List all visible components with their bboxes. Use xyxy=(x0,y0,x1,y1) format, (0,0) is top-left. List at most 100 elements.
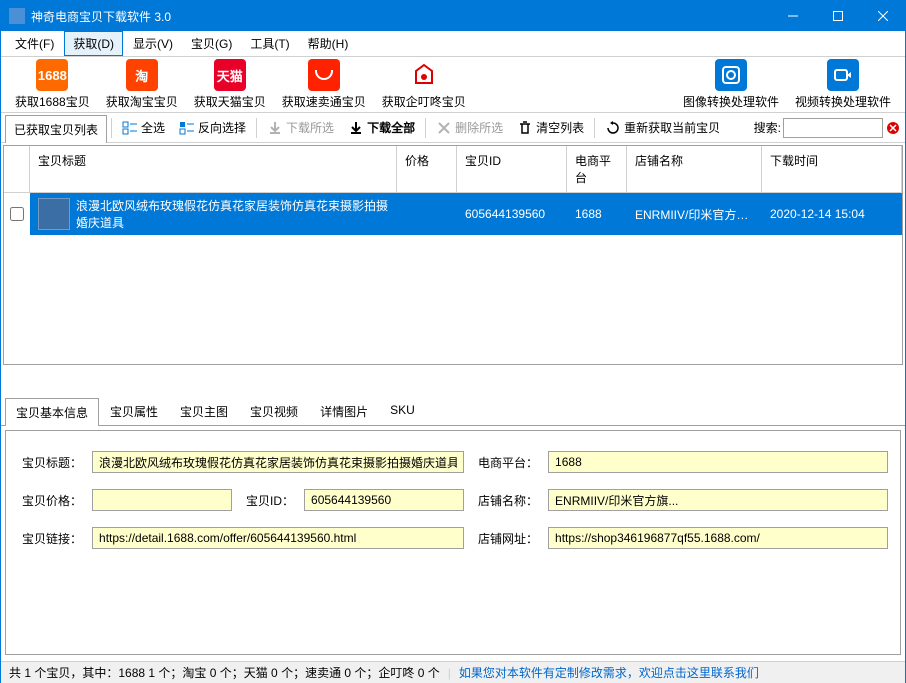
download-selected-button[interactable]: 下载所选 xyxy=(261,116,340,139)
row-price xyxy=(397,210,457,218)
download-icon xyxy=(267,120,283,136)
menu-view[interactable]: 显示(V) xyxy=(125,32,181,55)
clear-list-label: 清空列表 xyxy=(536,119,584,136)
status-link[interactable]: 如果您对本软件有定制修改需求，欢迎点击这里联系我们 xyxy=(459,664,759,681)
tmall-icon: 天猫 xyxy=(214,59,246,91)
header-title[interactable]: 宝贝标题 xyxy=(30,146,397,192)
detail-panel: 宝贝基本信息 宝贝属性 宝贝主图 宝贝视频 详情图片 SKU 宝贝标题： 电商平… xyxy=(1,395,905,659)
download-all-label: 下载全部 xyxy=(367,119,415,136)
get-epet-label: 获取企叮咚宝贝 xyxy=(382,93,466,110)
refresh-icon xyxy=(605,120,621,136)
tab-sku[interactable]: SKU xyxy=(379,397,426,425)
select-all-button[interactable]: 全选 xyxy=(116,116,171,139)
header-checkbox xyxy=(4,146,30,192)
get-taobao-button[interactable]: 淘 获取淘宝宝贝 xyxy=(100,57,184,112)
field-title[interactable] xyxy=(92,451,464,473)
header-price[interactable]: 价格 xyxy=(397,146,457,192)
item-table: 宝贝标题 价格 宝贝ID 电商平台 店铺名称 下载时间 浪漫北欧风绒布玫瑰假花仿… xyxy=(3,145,903,365)
label-title: 宝贝标题： xyxy=(18,454,82,471)
label-shop: 店铺名称： xyxy=(474,492,538,509)
field-platform[interactable] xyxy=(548,451,888,473)
image-proc-icon xyxy=(715,59,747,91)
delete-selected-label: 删除所选 xyxy=(455,119,503,136)
list-tab[interactable]: 已获取宝贝列表 xyxy=(5,115,107,143)
get-tmall-button[interactable]: 天猫 获取天猫宝贝 xyxy=(188,57,272,112)
field-link[interactable] xyxy=(92,527,464,549)
refresh-button[interactable]: 重新获取当前宝贝 xyxy=(599,116,726,139)
field-price[interactable] xyxy=(92,489,232,511)
tab-basic[interactable]: 宝贝基本信息 xyxy=(5,398,99,426)
header-id[interactable]: 宝贝ID xyxy=(457,146,567,192)
close-button[interactable] xyxy=(860,1,905,31)
1688-icon: 1688 xyxy=(36,59,68,91)
vidproc-label: 视频转换处理软件 xyxy=(795,93,891,110)
delete-selected-button[interactable]: 删除所选 xyxy=(430,116,509,139)
download-selected-label: 下载所选 xyxy=(286,119,334,136)
label-shopurl: 店铺网址： xyxy=(474,530,538,547)
sub-toolbar: 已获取宝贝列表 全选 反向选择 下载所选 下载全部 删除所选 清空列表 重新获取… xyxy=(1,113,905,143)
header-platform[interactable]: 电商平台 xyxy=(567,146,627,192)
get-sumai-label: 获取速卖通宝贝 xyxy=(282,93,366,110)
invert-select-button[interactable]: 反向选择 xyxy=(173,116,252,139)
menu-help[interactable]: 帮助(H) xyxy=(300,32,357,55)
row-id: 605644139560 xyxy=(457,203,567,225)
row-title: 浪漫北欧风绒布玫瑰假花仿真花家居装饰仿真花束摄影拍摄婚庆道具 xyxy=(76,197,389,231)
trash-icon xyxy=(517,120,533,136)
get-epet-button[interactable]: 获取企叮咚宝贝 xyxy=(376,57,472,112)
get-taobao-label: 获取淘宝宝贝 xyxy=(106,93,178,110)
detail-body: 宝贝标题： 电商平台： 宝贝价格： 宝贝ID： 店铺名称： 宝贝链接： 店铺网址… xyxy=(5,430,901,655)
row-shop: ENRMIIV/印米官方旗... xyxy=(627,202,762,227)
menubar: 文件(F) 获取(D) 显示(V) 宝贝(G) 工具(T) 帮助(H) xyxy=(1,31,905,57)
detail-tabs: 宝贝基本信息 宝贝属性 宝贝主图 宝贝视频 详情图片 SKU xyxy=(1,395,905,426)
delete-icon xyxy=(436,120,452,136)
invert-icon xyxy=(179,120,195,136)
label-price: 宝贝价格： xyxy=(18,492,82,509)
row-platform: 1688 xyxy=(567,203,627,225)
field-shopurl[interactable] xyxy=(548,527,888,549)
tab-attr[interactable]: 宝贝属性 xyxy=(99,397,169,425)
row-time: 2020-12-14 15:04 xyxy=(762,203,902,225)
status-text: 共 1 个宝贝，其中：1688 1 个；淘宝 0 个；天猫 0 个；速卖通 0 … xyxy=(9,664,440,681)
menu-tool[interactable]: 工具(T) xyxy=(242,32,297,55)
field-id[interactable] xyxy=(304,489,464,511)
imgproc-label: 图像转换处理软件 xyxy=(683,93,779,110)
window-controls xyxy=(770,1,905,31)
field-shop[interactable] xyxy=(548,489,888,511)
table-row[interactable]: 浪漫北欧风绒布玫瑰假花仿真花家居装饰仿真花束摄影拍摄婚庆道具 605644139… xyxy=(4,193,902,235)
download-all-icon xyxy=(348,120,364,136)
download-all-button[interactable]: 下载全部 xyxy=(342,116,421,139)
imgproc-button[interactable]: 图像转换处理软件 xyxy=(677,57,785,112)
header-time[interactable]: 下载时间 xyxy=(762,146,902,192)
minimize-button[interactable] xyxy=(770,1,815,31)
statusbar: 共 1 个宝贝，其中：1688 1 个；淘宝 0 个；天猫 0 个；速卖通 0 … xyxy=(1,661,905,683)
get-sumai-button[interactable]: 获取速卖通宝贝 xyxy=(276,57,372,112)
taobao-icon: 淘 xyxy=(126,59,158,91)
tab-mainimg[interactable]: 宝贝主图 xyxy=(169,397,239,425)
main-toolbar: 1688 获取1688宝贝 淘 获取淘宝宝贝 天猫 获取天猫宝贝 获取速卖通宝贝… xyxy=(1,57,905,113)
maximize-button[interactable] xyxy=(815,1,860,31)
label-id: 宝贝ID： xyxy=(242,492,294,509)
row-checkbox[interactable] xyxy=(10,207,24,221)
label-platform: 电商平台： xyxy=(474,454,538,471)
app-icon xyxy=(9,8,25,24)
menu-file[interactable]: 文件(F) xyxy=(7,32,62,55)
tab-detailimg[interactable]: 详情图片 xyxy=(309,397,379,425)
clear-search-button[interactable] xyxy=(885,120,901,136)
get-1688-label: 获取1688宝贝 xyxy=(15,93,90,110)
get-1688-button[interactable]: 1688 获取1688宝贝 xyxy=(9,57,96,112)
menu-item[interactable]: 宝贝(G) xyxy=(183,32,240,55)
select-all-icon xyxy=(122,120,138,136)
tab-video[interactable]: 宝贝视频 xyxy=(239,397,309,425)
window-title: 神奇电商宝贝下载软件 3.0 xyxy=(31,8,770,25)
get-tmall-label: 获取天猫宝贝 xyxy=(194,93,266,110)
search-label: 搜索: xyxy=(754,119,781,136)
search-input[interactable] xyxy=(783,118,883,138)
vidproc-button[interactable]: 视频转换处理软件 xyxy=(789,57,897,112)
select-all-label: 全选 xyxy=(141,119,165,136)
titlebar: 神奇电商宝贝下载软件 3.0 xyxy=(1,1,905,31)
header-shop[interactable]: 店铺名称 xyxy=(627,146,762,192)
menu-get[interactable]: 获取(D) xyxy=(64,31,123,56)
refresh-label: 重新获取当前宝贝 xyxy=(624,119,720,136)
item-thumbnail xyxy=(38,198,70,230)
clear-list-button[interactable]: 清空列表 xyxy=(511,116,590,139)
